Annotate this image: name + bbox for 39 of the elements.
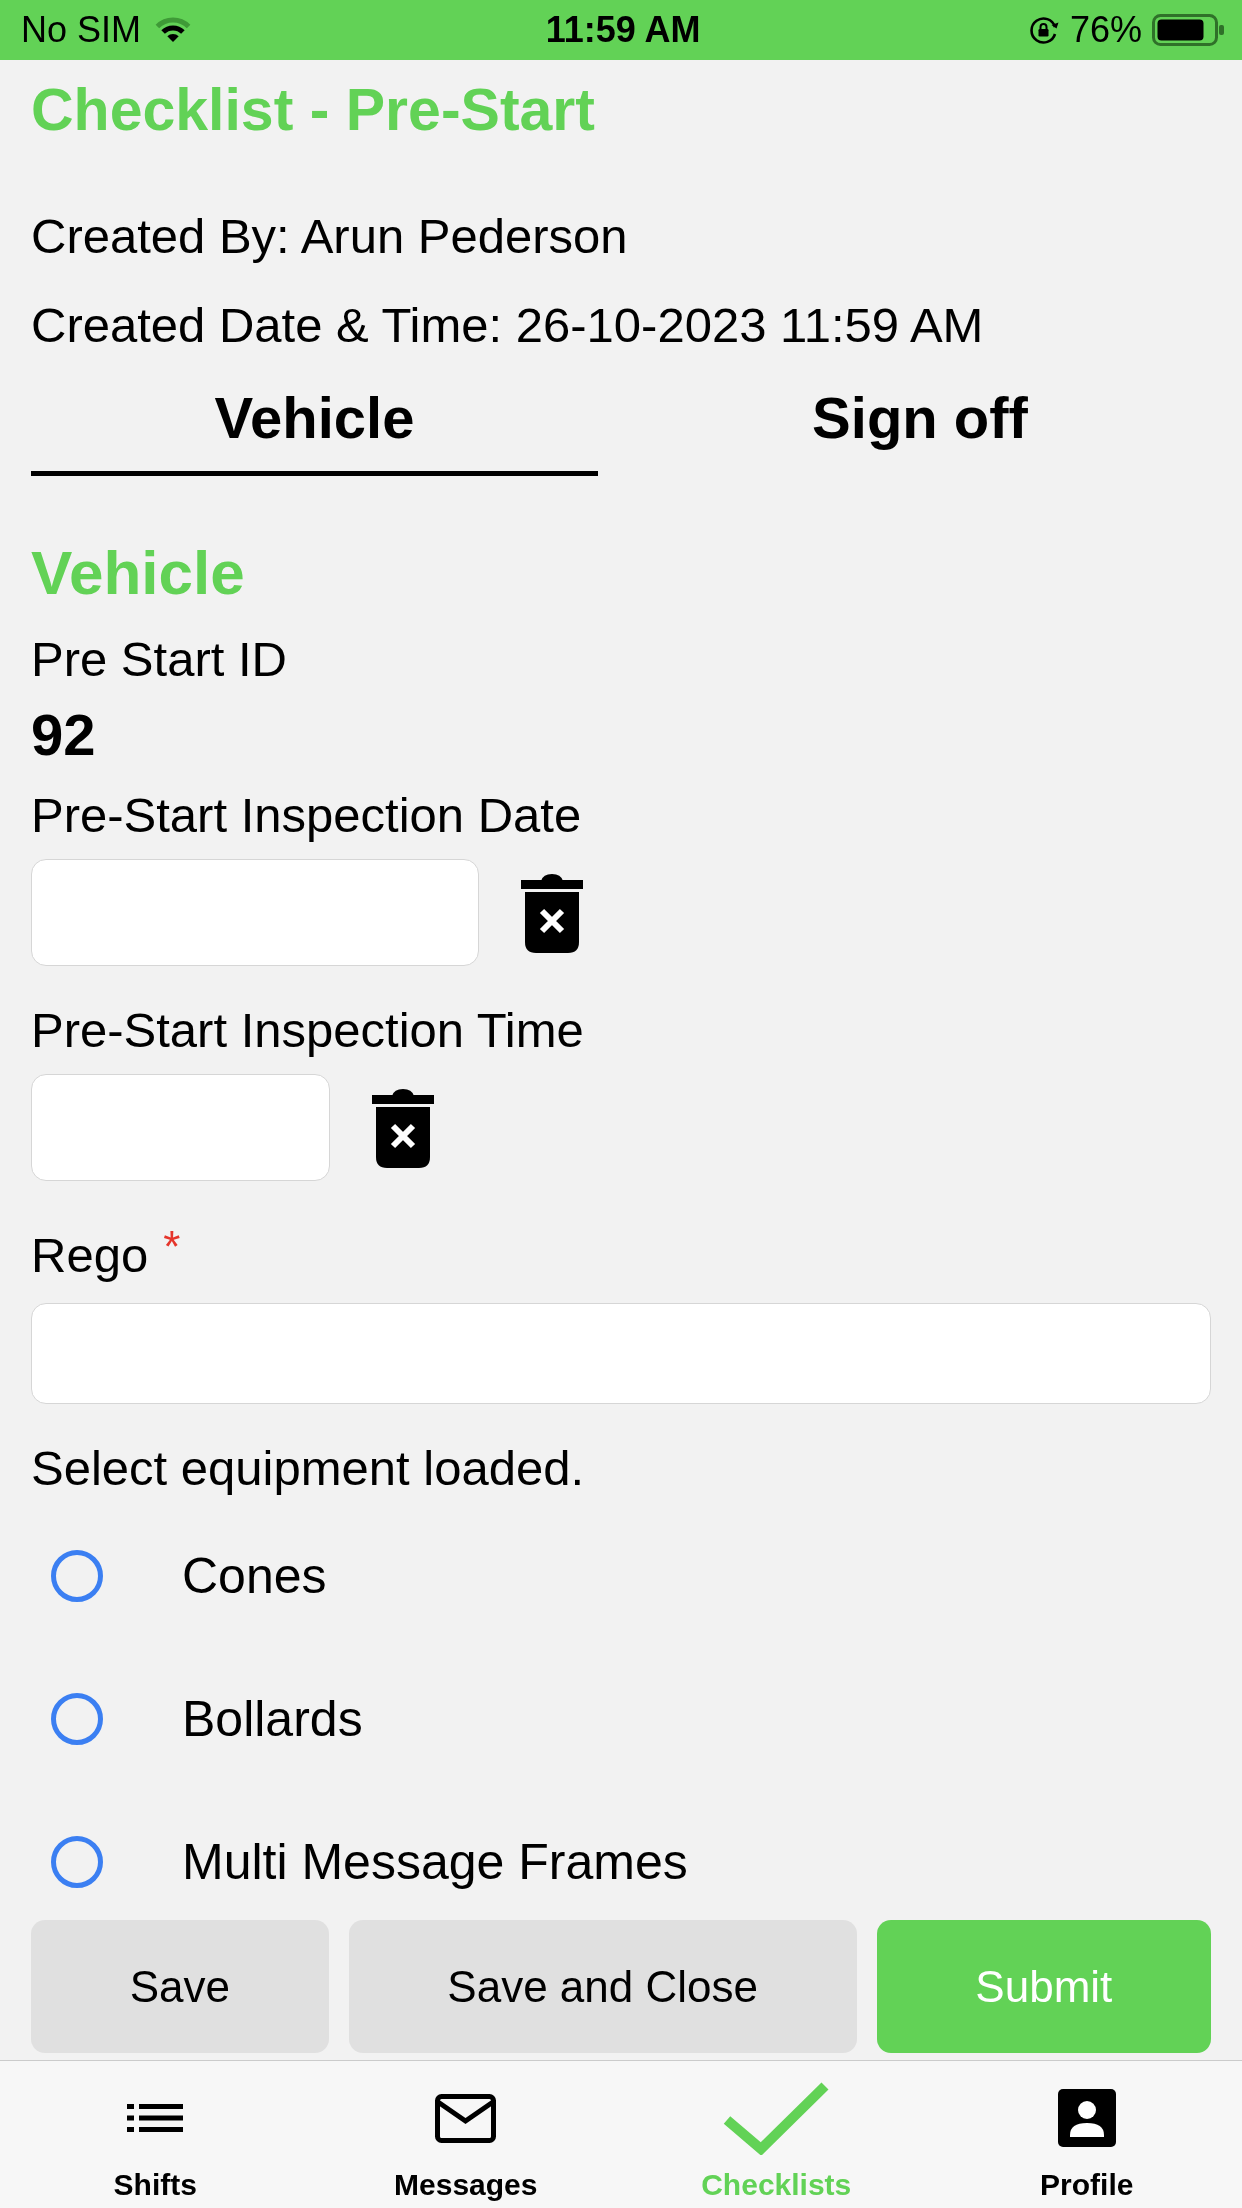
created-date-text: Created Date & Time: 26-10-2023 11:59 AM (31, 297, 984, 353)
radio-button[interactable] (51, 1692, 103, 1745)
tab-bar-item[interactable]: Shifts (0, 2061, 311, 2208)
tab-bar-item[interactable]: Messages (310, 2061, 621, 2208)
save-button[interactable]: Save (31, 1920, 329, 2053)
carrier-text: No SIM (21, 9, 142, 51)
tab[interactable]: Sign off (598, 366, 1242, 476)
tab[interactable]: Vehicle (31, 366, 598, 476)
battery-icon (1152, 14, 1225, 46)
tab-bar-item[interactable]: Profile (931, 2061, 1242, 2208)
clock-time: 11:59 AM (545, 9, 701, 51)
orientation-lock-icon (1027, 15, 1060, 45)
text-field[interactable] (31, 1303, 1211, 1404)
option-label: Cones (182, 1548, 327, 1603)
field-label: Pre-Start Inspection Time (31, 1002, 584, 1058)
field-label: Select equipment loaded. (31, 1440, 584, 1496)
section-heading: Vehicle (31, 538, 245, 608)
date-field[interactable] (31, 859, 479, 966)
created-by-text: Created By: Arun Pederson (31, 208, 628, 264)
option-label: Multi Message Frames (182, 1834, 688, 1889)
person-icon (1057, 2089, 1116, 2147)
radio-button[interactable] (51, 1549, 103, 1602)
battery-percentage: 76% (1069, 9, 1142, 51)
field-label: Pre-Start Inspection Date (31, 787, 582, 843)
field-label: Rego (31, 1227, 149, 1283)
field-value: 92 (31, 703, 96, 767)
radio-button[interactable] (51, 1835, 103, 1888)
checkmark-icon (723, 2081, 830, 2155)
field-label: Pre Start ID (31, 631, 287, 687)
envelope-icon (435, 2093, 497, 2143)
time-field[interactable] (31, 1074, 330, 1181)
page-title: Checklist - Pre-Start (31, 78, 595, 142)
trash-icon[interactable] (521, 872, 583, 953)
list-icon (127, 2104, 184, 2132)
option-label: Bollards (182, 1691, 363, 1746)
wifi-icon (154, 16, 193, 44)
save-and-close-button[interactable]: Save and Close (348, 1920, 857, 2053)
trash-icon[interactable] (372, 1087, 434, 1168)
required-mark: * (163, 1225, 181, 1269)
